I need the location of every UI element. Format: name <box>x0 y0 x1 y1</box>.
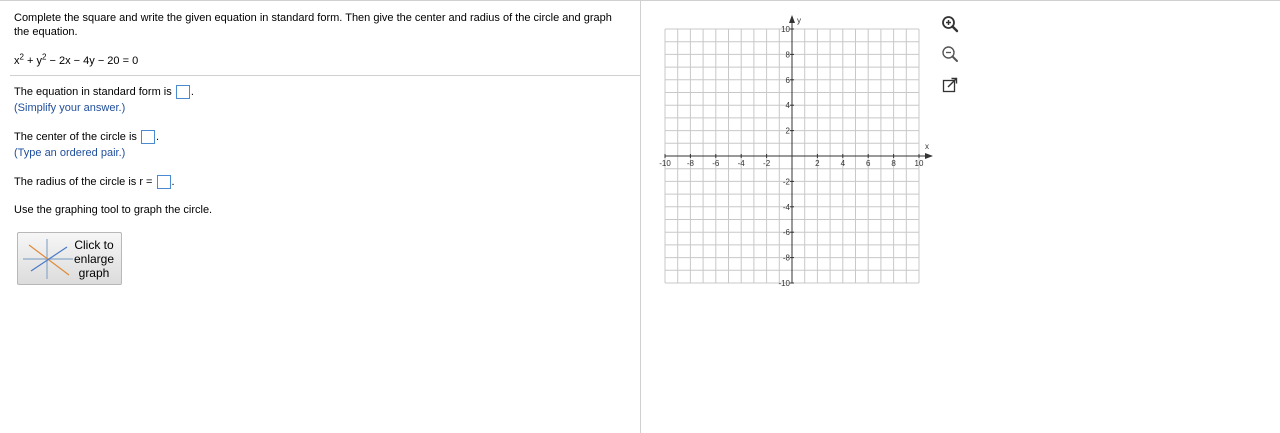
x-tick-label: -6 <box>712 159 720 168</box>
y-tick-label: -8 <box>783 254 791 263</box>
standard-form-hint: (Simplify your answer.) <box>14 102 126 114</box>
eq-y: + y <box>23 55 42 67</box>
eq-rest: − 2x − 4y − 20 = 0 <box>46 55 139 67</box>
enlarge-label-line3: graph <box>78 266 110 280</box>
question-prompt: Complete the square and write the given … <box>14 12 612 38</box>
x-tick-label: 2 <box>815 159 820 168</box>
radius-period: . <box>171 176 175 188</box>
enlarge-label-line2: enlarge <box>73 252 115 266</box>
y-tick-label: -10 <box>778 279 790 288</box>
x-tick-label: 6 <box>866 159 871 168</box>
enlarge-button-label: Click to enlarge graph <box>70 238 118 280</box>
radius-row: The radius of the circle is r = . <box>14 175 175 190</box>
x-tick-label: 4 <box>841 159 846 168</box>
x-tick-label: 8 <box>891 159 896 168</box>
x-axis-label: x <box>925 142 929 151</box>
y-tick-label: -4 <box>783 203 791 212</box>
y-tick-label: 6 <box>786 76 791 85</box>
graph-thumbnail-icon <box>23 239 73 279</box>
zoom-in-button[interactable] <box>940 14 960 34</box>
y-axis-label: y <box>797 16 801 25</box>
y-axis-arrow <box>789 15 795 23</box>
standard-form-answer-box[interactable] <box>175 85 190 100</box>
y-tick-label: -2 <box>783 177 791 186</box>
center-row: The center of the circle is . <box>14 130 160 145</box>
graph-instruction: Use the graphing tool to graph the circl… <box>14 204 213 216</box>
y-tick-label: 4 <box>786 101 791 110</box>
y-tick-label: -6 <box>783 228 791 237</box>
standard-form-row: The equation in standard form is . <box>14 85 194 100</box>
center-answer-box[interactable] <box>140 130 155 145</box>
standard-form-period: . <box>190 86 194 98</box>
zoom-in-icon <box>942 16 959 33</box>
y-tick-label: 8 <box>786 50 791 59</box>
x-tick-label: -4 <box>738 159 746 168</box>
graph-canvas[interactable]: x y -10 -8 -6 -4 -2 2 4 6 8 10 10 8 6 4 2 -2 -4 -6 -8 -10 <box>655 10 945 295</box>
y-tick-label: 10 <box>781 25 790 34</box>
question-panel: Complete the square and write the given … <box>0 1 640 433</box>
center-hint: (Type an ordered pair.) <box>14 147 126 159</box>
x-tick-label: -8 <box>687 159 695 168</box>
given-equation: x2 + y2 − 2x − 4y − 20 = 0 <box>14 53 139 68</box>
x-axis-arrow <box>925 153 933 159</box>
center-label: The center of the circle is <box>14 131 137 143</box>
x-tick-label: -2 <box>763 159 771 168</box>
zoom-out-button[interactable] <box>940 44 960 64</box>
popout-button[interactable] <box>940 75 960 95</box>
center-period: . <box>155 131 160 143</box>
y-tick-label: 2 <box>786 127 791 136</box>
radius-label: The radius of the circle is r = <box>14 176 153 188</box>
section-divider <box>10 75 640 76</box>
x-tick-label: -10 <box>659 159 671 168</box>
enlarge-graph-button[interactable]: Click to enlarge graph <box>17 232 122 285</box>
zoom-out-icon <box>942 46 958 62</box>
external-link-icon <box>942 77 958 93</box>
panel-divider <box>640 1 641 433</box>
standard-form-label: The equation in standard form is <box>14 86 172 98</box>
radius-answer-box[interactable] <box>156 175 171 190</box>
x-tick-label: 10 <box>915 159 924 168</box>
enlarge-label-line1: Click to <box>74 238 114 252</box>
